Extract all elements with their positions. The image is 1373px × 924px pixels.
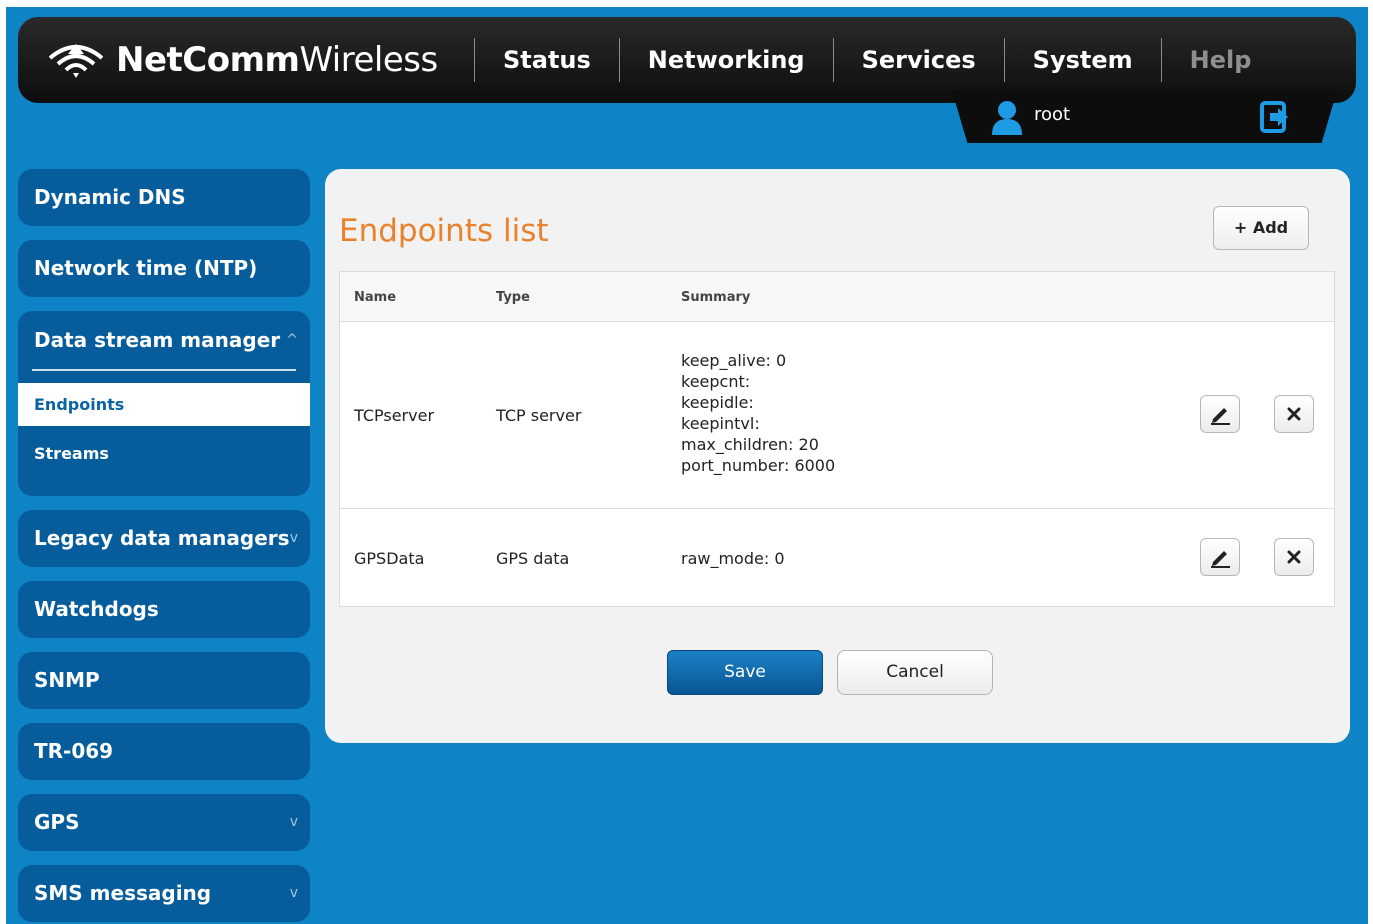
add-endpoint-button[interactable]: + Add <box>1213 206 1309 250</box>
chevron-down-icon: v <box>289 885 298 901</box>
username-label: root <box>1034 104 1071 125</box>
sidebar-item-label: Network time (NTP) <box>34 256 258 280</box>
chevron-down-icon: v <box>289 814 298 830</box>
delete-button[interactable] <box>1274 538 1314 576</box>
sidebar-group-data-stream-manager: Data stream manager ^ Endpoints Streams <box>18 311 310 496</box>
summary-line: keepcnt: <box>681 372 751 391</box>
page-title: Endpoints list <box>339 213 549 249</box>
user-bar: root <box>952 91 1337 143</box>
sidebar-item-label: Watchdogs <box>34 597 159 621</box>
delete-icon <box>1287 550 1301 564</box>
delete-button[interactable] <box>1274 395 1314 433</box>
sidebar-item-label: GPS <box>34 810 80 834</box>
endpoints-card: Endpoints list + Add Name Type Summary T… <box>325 169 1350 743</box>
sidebar-item-label: Legacy data managers <box>34 526 290 550</box>
sidebar-item-tr069[interactable]: TR-069 <box>18 723 310 780</box>
table-header: Name Type Summary <box>340 272 1334 322</box>
endpoint-type: GPS data <box>496 549 570 568</box>
sidebar-item-sms-messaging[interactable]: SMS messaging v <box>18 865 310 922</box>
endpoints-table: Name Type Summary TCPserver TCP server k… <box>339 271 1335 607</box>
delete-icon <box>1287 407 1301 421</box>
wifi-logo-icon <box>48 44 104 78</box>
brand-name: NetCommWireless <box>116 40 438 80</box>
save-button[interactable]: Save <box>667 650 823 695</box>
sidebar-subitem-streams[interactable]: Streams <box>18 426 310 482</box>
sidebar-item-label: SMS messaging <box>34 881 212 905</box>
summary-line: keep_alive: 0 <box>681 351 787 370</box>
column-header-type: Type <box>496 290 530 305</box>
chevron-down-icon: v <box>289 530 298 546</box>
summary-line: keepintvl: <box>681 414 760 433</box>
column-header-summary: Summary <box>681 290 751 305</box>
sidebar-item-network-time[interactable]: Network time (NTP) <box>18 240 310 297</box>
nav-system[interactable]: System <box>1003 38 1161 82</box>
sidebar-subitem-endpoints[interactable]: Endpoints <box>18 383 310 426</box>
endpoint-summary: raw_mode: 0 <box>681 549 785 568</box>
sidebar-group-header[interactable]: Data stream manager ^ <box>18 311 310 369</box>
endpoint-summary: keep_alive: 0 keepcnt: keepidle: keepint… <box>681 350 835 476</box>
sidebar-item-legacy-data-managers[interactable]: Legacy data managers v <box>18 510 310 567</box>
nav-help[interactable]: Help <box>1160 38 1280 82</box>
sidebar-item-gps[interactable]: GPS v <box>18 794 310 851</box>
brand-logo[interactable]: NetCommWireless <box>46 35 438 85</box>
sidebar-item-label: Dynamic DNS <box>34 185 186 209</box>
edit-icon <box>1211 408 1230 425</box>
edit-button[interactable] <box>1200 538 1240 576</box>
sidebar-group-label: Data stream manager <box>34 328 281 352</box>
divider <box>32 369 296 371</box>
table-row: TCPserver TCP server keep_alive: 0 keepc… <box>340 322 1334 509</box>
endpoint-name: GPSData <box>354 549 425 568</box>
sidebar-item-label: TR-069 <box>34 739 114 763</box>
top-navigation-bar: NetCommWireless Status Networking Servic… <box>18 17 1356 103</box>
summary-line: keepidle: <box>681 393 754 412</box>
nav-services[interactable]: Services <box>832 38 1004 82</box>
sidebar-item-label: SNMP <box>34 668 100 692</box>
table-row: GPSData GPS data raw_mode: 0 <box>340 509 1334 607</box>
nav-status[interactable]: Status <box>474 38 619 82</box>
nav-networking[interactable]: Networking <box>618 38 833 82</box>
sidebar: Dynamic DNS Network time (NTP) Data stre… <box>18 169 310 924</box>
sidebar-item-snmp[interactable]: SNMP <box>18 652 310 709</box>
column-header-name: Name <box>354 290 397 305</box>
app-frame: NetCommWireless Status Networking Servic… <box>6 7 1368 924</box>
user-icon <box>992 101 1022 135</box>
endpoint-type: TCP server <box>496 406 582 425</box>
summary-line: max_children: 20 <box>681 435 819 454</box>
edit-icon <box>1211 551 1230 568</box>
sidebar-item-dynamic-dns[interactable]: Dynamic DNS <box>18 169 310 226</box>
sidebar-item-watchdogs[interactable]: Watchdogs <box>18 581 310 638</box>
logout-icon[interactable] <box>1258 99 1292 135</box>
chevron-up-icon: ^ <box>286 332 298 348</box>
cancel-button[interactable]: Cancel <box>837 650 993 695</box>
summary-line: port_number: 6000 <box>681 456 836 475</box>
endpoint-name: TCPserver <box>354 406 435 425</box>
main-nav: Status Networking Services System Help <box>474 37 1279 83</box>
edit-button[interactable] <box>1200 395 1240 433</box>
